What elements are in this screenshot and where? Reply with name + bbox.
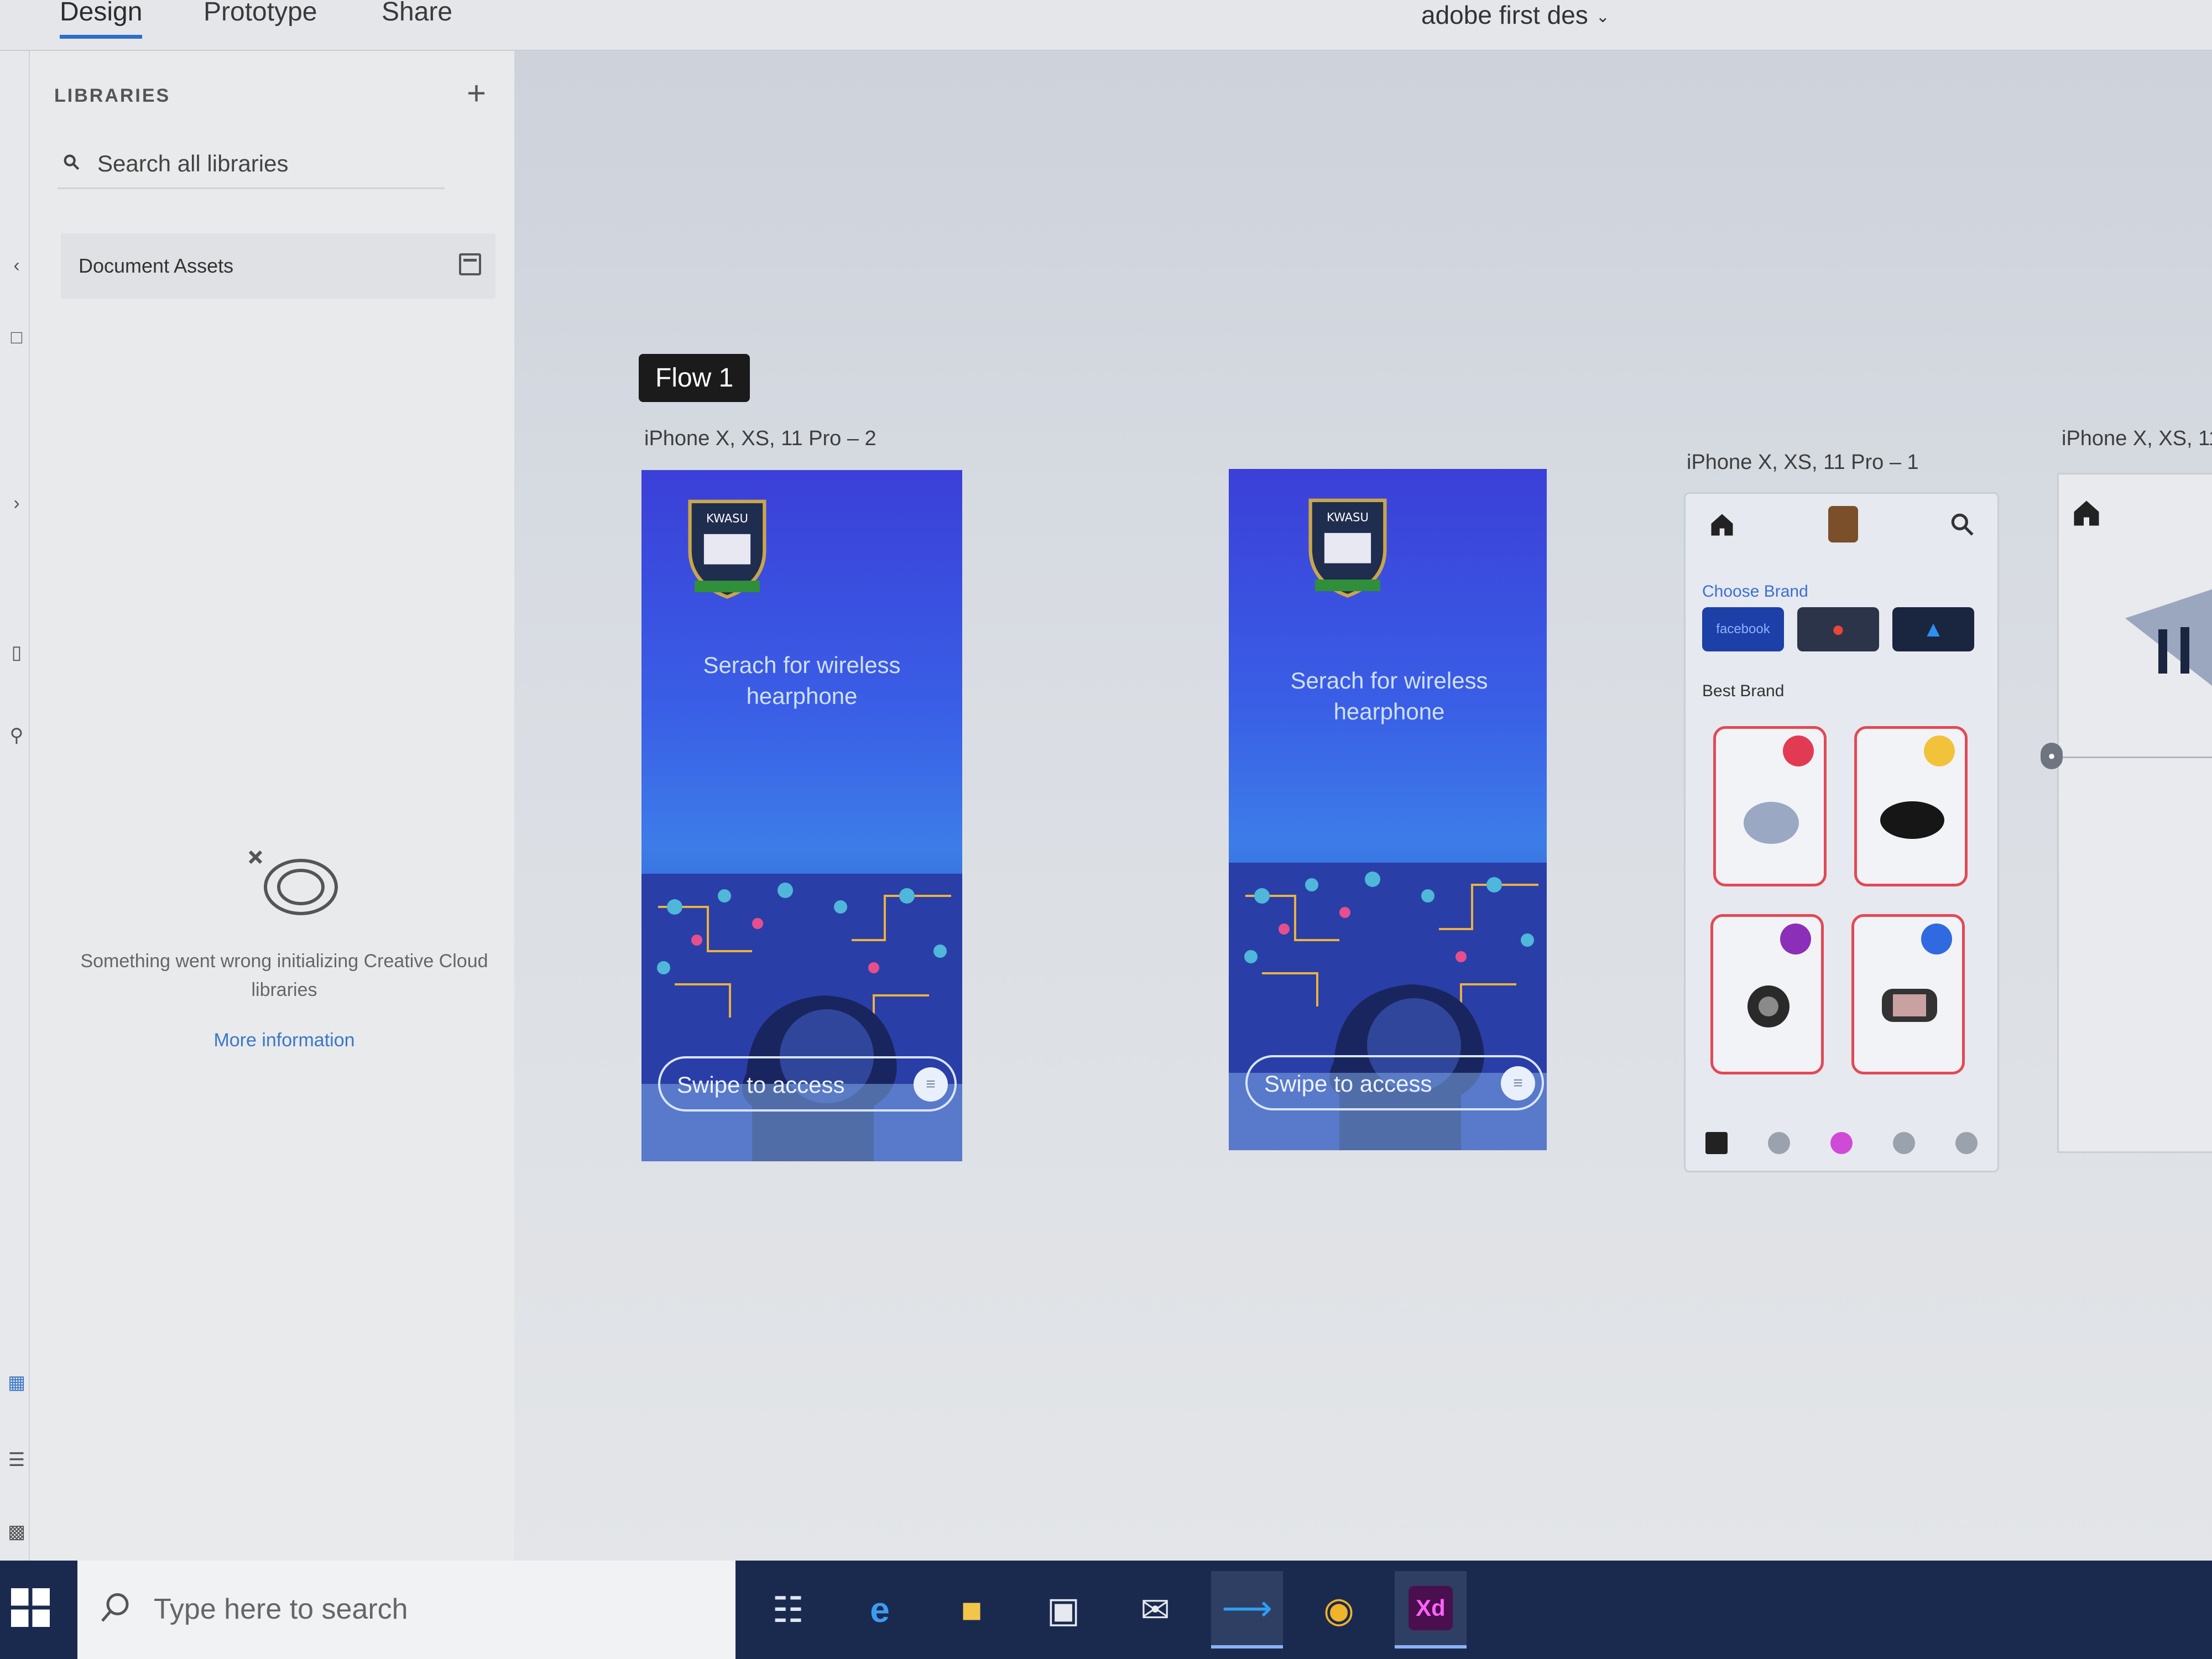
center-icon[interactable] — [1830, 1132, 1853, 1154]
top-menu-bar: Design Prototype Share adobe first des ⌄ — [0, 0, 2212, 51]
lock-icon[interactable]: ● — [2041, 743, 2063, 769]
edge-icon[interactable]: e — [844, 1571, 916, 1648]
badge-icon — [1924, 735, 1955, 766]
divider — [2059, 757, 2212, 758]
profile-icon[interactable] — [1955, 1132, 1978, 1154]
home-icon[interactable] — [1705, 1132, 1728, 1154]
search-icon — [64, 154, 80, 170]
libraries-panel: LIBRARIES + Search all libraries Documen… — [30, 51, 514, 1561]
tab-design[interactable]: Design — [60, 0, 143, 39]
tab-prototype[interactable]: Prototype — [204, 0, 317, 27]
brand-chips: facebook ● ▲ — [1702, 607, 1984, 651]
people-illustration — [2125, 589, 2212, 686]
university-crest-icon: KWASU — [1308, 498, 1387, 598]
bottom-tab-bar — [1686, 1115, 1997, 1171]
brand-chip-twitter[interactable]: ▲ — [1892, 607, 1974, 651]
product-card[interactable] — [1713, 726, 1827, 886]
svg-text:KWASU: KWASU — [706, 512, 748, 525]
libraries-title: LIBRARIES — [54, 85, 171, 106]
taskbar-apps: ☷ e ■ ▣ ✉ ⟶ ◉ Xd — [752, 1561, 1486, 1659]
file-explorer-icon[interactable]: ■ — [936, 1571, 1008, 1648]
xd-label: Xd — [1408, 1586, 1453, 1630]
taskbar-search-input[interactable]: Type here to search — [154, 1593, 408, 1626]
product-image — [1744, 802, 1799, 844]
artboard-tool-icon[interactable]: ▯ — [7, 643, 27, 662]
artboard-splash-2[interactable]: KWASU Serach for wireless hearphone Swip… — [1229, 469, 1547, 1150]
mail-icon[interactable]: ✉ — [1119, 1571, 1191, 1648]
library-search-input[interactable]: Search all libraries — [97, 150, 288, 177]
artboard-label[interactable]: iPhone X, XS, 11 Pro – 2 — [644, 427, 877, 451]
search-icon — [101, 1593, 129, 1622]
windows-start-icon[interactable] — [11, 1588, 50, 1627]
tab-share[interactable]: Share — [382, 0, 452, 27]
swipe-handle-icon[interactable]: ≡ — [1501, 1066, 1535, 1100]
library-search[interactable]: Search all libraries — [58, 145, 445, 189]
artboard-home-screen[interactable]: Choose Brand facebook ● ▲ Best Brand — [1684, 492, 1999, 1172]
windows-taskbar: Type here to search ☷ e ■ ▣ ✉ ⟶ ◉ Xd — [0, 1561, 2212, 1659]
product-card[interactable] — [1710, 914, 1824, 1074]
swipe-label: Swipe to access — [677, 1072, 845, 1098]
rectangle-tool-icon[interactable]: □ — [7, 327, 27, 347]
best-brand-label: Best Brand — [1702, 682, 1785, 700]
vscode-icon[interactable]: ⟶ — [1211, 1571, 1283, 1648]
adobe-xd-icon[interactable]: Xd — [1395, 1571, 1467, 1648]
document-title[interactable]: adobe first des ⌄ — [1421, 0, 1610, 30]
google-icon: ● — [1831, 617, 1845, 641]
twitter-icon: ▲ — [1922, 617, 1944, 641]
document-assets-item[interactable]: Document Assets — [61, 233, 495, 299]
svg-text:KWASU: KWASU — [1327, 510, 1369, 524]
product-image — [1880, 801, 1944, 839]
task-view-icon[interactable]: ☷ — [752, 1571, 824, 1648]
artboard-label[interactable]: iPhone X, XS, 11 Pro – 1 — [1687, 451, 1919, 474]
badge-icon — [1921, 924, 1952, 954]
message-icon[interactable] — [1768, 1132, 1791, 1154]
chevron-down-icon: ⌄ — [1595, 8, 1610, 27]
product-image — [1747, 985, 1790, 1027]
tool-rail: ‹ □ › ▯ ⚲ ▦ ☰ ▩ — [0, 51, 30, 1561]
layers-icon[interactable]: ☰ — [7, 1450, 27, 1470]
panel-icon[interactable] — [459, 253, 481, 275]
brain-network-illustration — [641, 874, 962, 1161]
artboard-splash-1[interactable]: KWASU Serach for wireless hearphone Swip… — [641, 470, 962, 1161]
flow-tag[interactable]: Flow 1 — [639, 354, 750, 402]
splash-tagline: Serach for wireless hearphone — [1290, 667, 1488, 724]
plugins-icon[interactable]: ▩ — [7, 1522, 27, 1542]
avatar[interactable] — [1828, 506, 1858, 542]
pen-tool-icon[interactable]: › — [7, 493, 27, 513]
creative-cloud-error-icon — [248, 850, 338, 915]
badge-icon — [1783, 735, 1814, 766]
document-title-text: adobe first des — [1421, 1, 1588, 29]
home-icon[interactable] — [2070, 497, 2103, 530]
choose-brand-label: Choose Brand — [1702, 582, 1808, 601]
zoom-tool-icon[interactable]: ⚲ — [7, 726, 27, 745]
error-message: Something went wrong initializing Creati… — [80, 951, 488, 1000]
badge-icon — [1780, 924, 1811, 954]
swipe-to-access-slider[interactable]: Swipe to access ≡ — [658, 1056, 957, 1112]
taskbar-search[interactable]: Type here to search — [77, 1561, 735, 1659]
home-icon[interactable] — [1708, 510, 1736, 539]
swipe-to-access-slider[interactable]: Swipe to access ≡ — [1245, 1055, 1544, 1110]
artboard-partial[interactable] — [2057, 473, 2212, 1153]
brand-chip-facebook[interactable]: facebook — [1702, 607, 1784, 651]
document-assets-label: Document Assets — [79, 254, 234, 277]
university-crest-icon: KWASU — [688, 499, 766, 599]
add-library-button[interactable]: + — [467, 74, 486, 112]
search-icon[interactable] — [1948, 510, 1976, 538]
swipe-label: Swipe to access — [1264, 1071, 1432, 1097]
more-information-link[interactable]: More information — [74, 1030, 494, 1051]
brand-chip-google[interactable]: ● — [1797, 607, 1879, 651]
chrome-icon[interactable]: ◉ — [1303, 1571, 1375, 1648]
product-card[interactable] — [1854, 726, 1968, 886]
cart-icon[interactable] — [1892, 1132, 1915, 1154]
artboard-label[interactable]: iPhone X, XS, 11 — [2062, 427, 2212, 451]
store-icon[interactable]: ▣ — [1027, 1571, 1099, 1648]
assets-icon[interactable]: ▦ — [7, 1373, 27, 1392]
splash-tagline: Serach for wireless hearphone — [703, 652, 901, 709]
select-tool-icon[interactable]: ‹ — [7, 255, 27, 275]
product-image — [1882, 989, 1937, 1022]
product-card[interactable] — [1851, 914, 1965, 1074]
swipe-handle-icon[interactable]: ≡ — [914, 1067, 948, 1102]
